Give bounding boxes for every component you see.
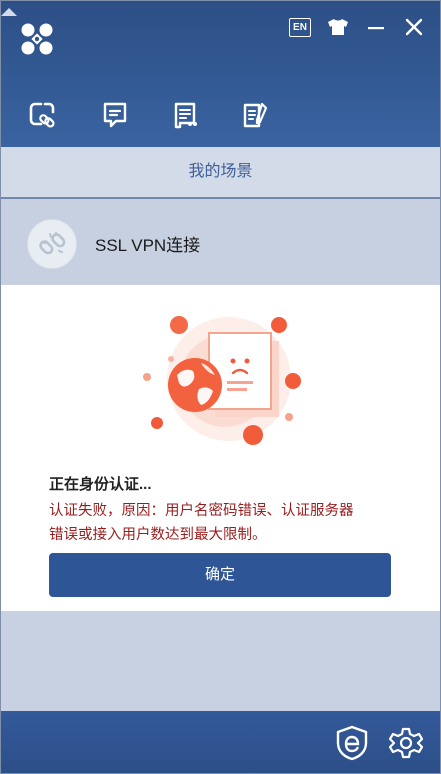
- message-icon: [103, 102, 127, 128]
- auth-dialog: 正在身份认证... 认证失败，原因：用户名密码错误、认证服务器 错误或接入用户数…: [1, 285, 440, 611]
- minimize-icon[interactable]: [364, 15, 388, 39]
- tab-logs[interactable]: [165, 95, 205, 135]
- settings-gear-icon[interactable]: [388, 725, 424, 761]
- language-en-icon[interactable]: EN: [288, 15, 312, 39]
- app-window: EN 我的场景 SSL VPN连接 正在身份认证... 认证失败，原因：用户名密…: [0, 0, 441, 774]
- scene-item-ssl-vpn[interactable]: SSL VPN连接: [1, 199, 440, 285]
- auth-error-message: 认证失败，原因：用户名密码错误、认证服务器 错误或接入用户数达到最大限制。: [49, 499, 399, 547]
- scene-label: SSL VPN连接: [95, 236, 201, 255]
- auth-status-title: 正在身份认证...: [49, 476, 152, 493]
- auth-error-line-1: 认证失败，原因：用户名密码错误、认证服务器: [49, 503, 354, 519]
- skin-shirt-icon[interactable]: [326, 15, 350, 39]
- broken-link-icon: [27, 219, 77, 269]
- language-badge: EN: [289, 17, 311, 37]
- window-controls: EN: [288, 15, 426, 39]
- section-title: 我的场景: [1, 147, 440, 199]
- close-icon[interactable]: [402, 15, 426, 39]
- nav-tabs: [1, 95, 440, 147]
- tab-scenes[interactable]: [23, 95, 63, 135]
- ok-button[interactable]: 确定: [49, 553, 391, 597]
- log-list-icon: [174, 102, 197, 129]
- tab-notes[interactable]: [235, 95, 275, 135]
- link-scene-icon: [29, 102, 55, 128]
- shield-e-icon[interactable]: [334, 725, 370, 761]
- auth-error-line-2: 错误或接入用户数达到最大限制。: [49, 527, 267, 543]
- app-logo-icon: [19, 21, 55, 57]
- tab-messages[interactable]: [95, 95, 135, 135]
- footer-bar: [1, 711, 440, 773]
- active-tab-pointer: [1, 8, 17, 16]
- header-bar: EN: [1, 1, 440, 147]
- auth-failed-illustration: [129, 305, 313, 449]
- notes-icon: [243, 102, 268, 128]
